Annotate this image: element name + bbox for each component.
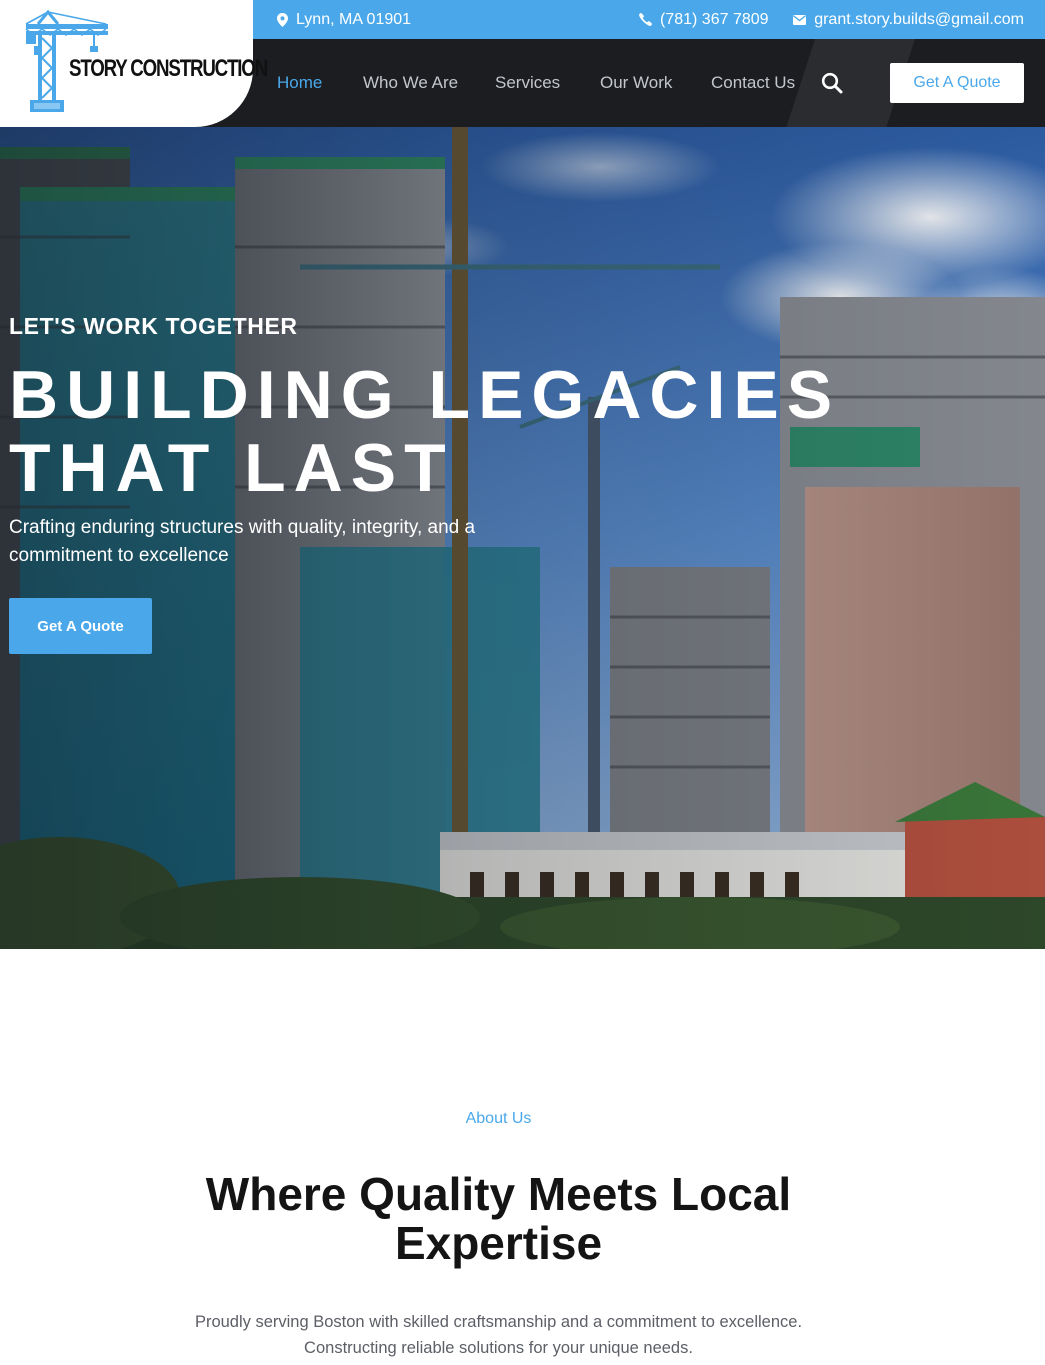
location-text: Lynn, MA 01901 <box>296 10 412 28</box>
about-kicker: About Us <box>465 1110 532 1127</box>
hero-kicker: LET'S WORK TOGETHER <box>9 313 298 339</box>
email-info[interactable]: grant.story.builds@gmail.com <box>793 0 1024 39</box>
get-quote-hero-button[interactable]: Get A Quote <box>9 598 152 654</box>
mail-icon <box>793 14 807 25</box>
hero-title: BUILDING LEGACIES THAT LAST <box>9 359 840 505</box>
map-pin-icon <box>277 12 288 27</box>
nav-item-contact-us[interactable]: Contact Us <box>711 39 795 127</box>
phone-icon <box>639 13 652 26</box>
email-text: grant.story.builds@gmail.com <box>814 10 1024 28</box>
phone-text: (781) 367 7809 <box>660 10 769 28</box>
nav-item-services[interactable]: Services <box>495 39 560 127</box>
nav-item-who-we-are[interactable]: Who We Are <box>363 39 458 127</box>
nav-item-our-work[interactable]: Our Work <box>600 39 672 127</box>
logo[interactable]: STORY CONSTRUCTION <box>0 0 268 127</box>
about-title: Where Quality Meets Local Expertise <box>205 1168 792 1269</box>
hero-subtitle: Crafting enduring structures with qualit… <box>9 517 476 566</box>
location-info: Lynn, MA 01901 <box>277 0 411 39</box>
search-icon[interactable] <box>821 72 843 94</box>
phone-info[interactable]: (781) 367 7809 <box>639 0 769 39</box>
hero-title-line-2: THAT LAST <box>9 430 454 506</box>
main-nav: Home Who We Are Services Our Work Contac… <box>253 39 1045 127</box>
site-header: STORY CONSTRUCTION Lynn, MA 01901 (781) … <box>0 0 1045 127</box>
hero-title-line-1: BUILDING LEGACIES <box>9 357 841 433</box>
hero-section: LET'S WORK TOGETHER BUILDING LEGACIES TH… <box>0 127 1045 949</box>
brand-name: STORY CONSTRUCTION <box>69 55 268 82</box>
nav-item-home[interactable]: Home <box>277 39 322 127</box>
top-info-bar: Lynn, MA 01901 (781) 367 7809 grant.stor… <box>253 0 1045 39</box>
get-quote-header-button[interactable]: Get A Quote <box>890 63 1024 103</box>
about-description: Proudly serving Boston with skilled craf… <box>194 1313 803 1357</box>
